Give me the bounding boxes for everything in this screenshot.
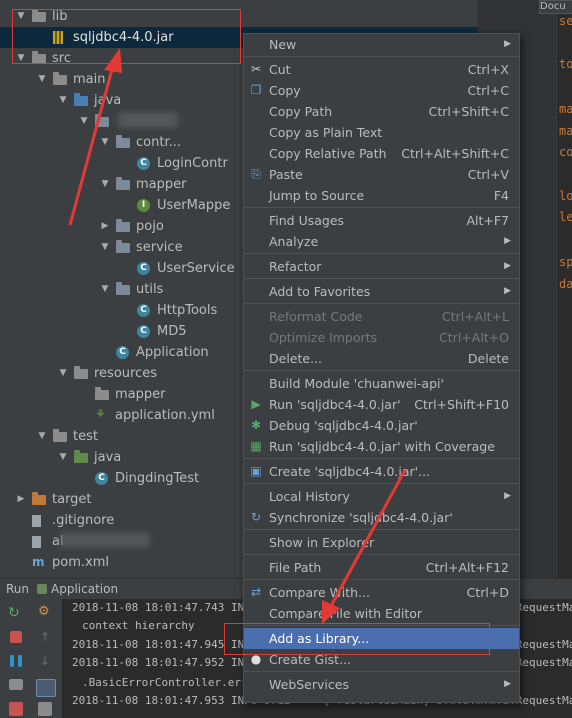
annotation-arrows bbox=[68, 48, 407, 624]
